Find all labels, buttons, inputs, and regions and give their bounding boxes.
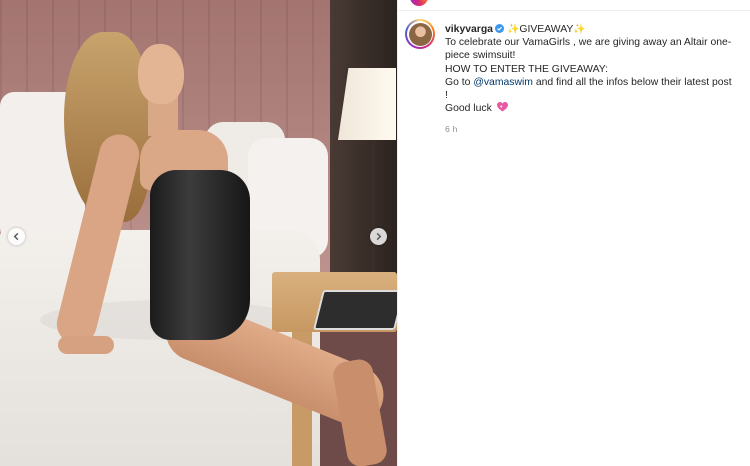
model-face: [138, 44, 184, 104]
post-photo[interactable]: [0, 0, 397, 466]
lamp-pole: [372, 140, 375, 280]
post-caption: vikyvarga ✨GIVEAWAY✨ To celebrate our Vam…: [445, 23, 743, 115]
mention-link[interactable]: @vamaswim: [473, 77, 533, 88]
caption-intro: To celebrate our VamaGirls , we are givi…: [445, 37, 732, 62]
caption-after-mention: and find all the infos below their lates…: [532, 76, 732, 88]
post-caption-panel: vikyvarga ✨GIVEAWAY✨ To celebrate our Vam…: [397, 0, 750, 466]
chevron-right-icon: [376, 232, 382, 241]
avatar-image: [408, 22, 432, 46]
sparkling-heart-emoji: [496, 102, 508, 112]
caption-exclaim: !: [445, 90, 448, 102]
divider: [398, 10, 750, 11]
sparkles-emoji: ✨: [573, 24, 586, 35]
verified-badge-icon: [494, 24, 504, 33]
black-swimsuit: [150, 170, 250, 340]
user-avatar[interactable]: [405, 19, 435, 49]
chevron-left-icon: [13, 232, 19, 241]
next-photo-button[interactable]: [370, 228, 387, 245]
username-link[interactable]: vikyvarga: [445, 24, 493, 35]
caption-goodluck: Good luck: [445, 103, 495, 115]
model-hand: [58, 336, 114, 354]
post-timestamp[interactable]: 6 h: [445, 124, 458, 134]
tablet: [313, 290, 397, 330]
model-leg: [331, 357, 389, 466]
caption-how-to: HOW TO ENTER THE GIVEAWAY:: [445, 63, 609, 75]
previous-photo-button[interactable]: [8, 228, 25, 245]
caption-goto: Go to: [445, 76, 474, 88]
caption-giveaway: GIVEAWAY: [519, 24, 574, 35]
previous-comment-avatar: [410, 0, 428, 6]
sparkles-emoji: ✨: [506, 24, 520, 35]
background-wall: [330, 0, 397, 300]
